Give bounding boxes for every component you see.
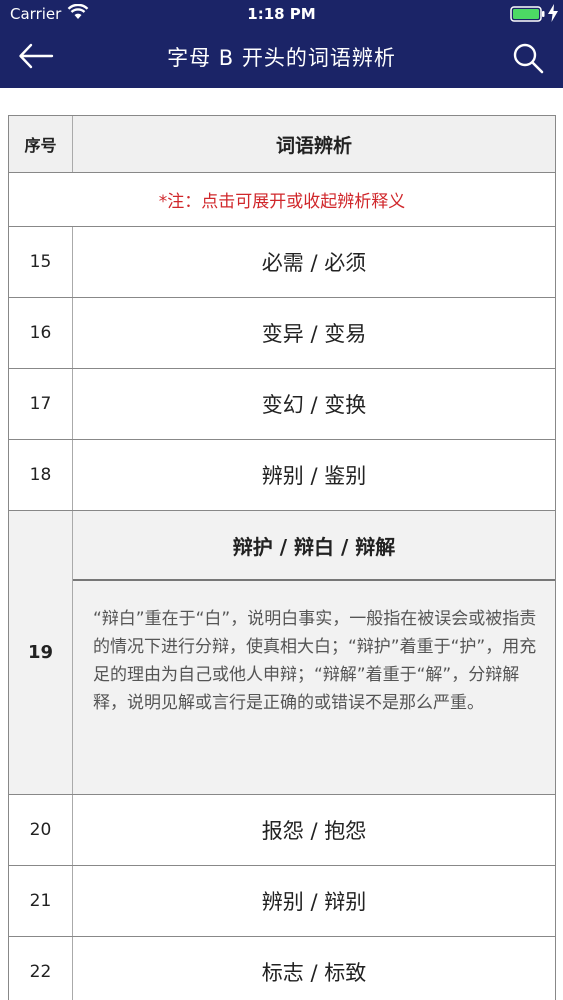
table-row[interactable]: 17 变幻 / 变换 [9, 369, 555, 440]
status-bar: Carrier 1:18 PM [0, 0, 563, 30]
table-header: 序号 词语辨析 [9, 116, 555, 173]
row-words: 辨别 / 鉴别 [261, 464, 367, 488]
note-text: *注：点击可展开或收起辨析释义 [9, 173, 555, 227]
explanation-text: “辩白”重在于“白”，说明白事实，一般指在被误会或被指责的情况下进行分辩，使真相… [93, 609, 537, 713]
row-number: 22 [9, 937, 73, 1000]
row-number: 21 [9, 866, 73, 936]
search-icon[interactable] [511, 41, 545, 75]
row-number: 20 [9, 795, 73, 865]
row-words: 标志 / 标致 [261, 961, 367, 985]
row-words: 变幻 / 变换 [261, 393, 367, 417]
row-words: 报怨 / 抱怨 [261, 819, 367, 843]
row-number: 18 [9, 440, 73, 510]
table-row[interactable]: 16 变异 / 变易 [9, 298, 555, 369]
expanded-row-words[interactable]: 辩护 / 辩白 / 辩解 [73, 511, 555, 581]
table-row[interactable]: 22 标志 / 标致 [9, 937, 555, 1000]
status-time: 1:18 PM [247, 5, 316, 23]
row-number: 17 [9, 369, 73, 439]
table-row[interactable]: 20 报怨 / 抱怨 [9, 795, 555, 866]
table-row[interactable]: 18 辨别 / 鉴别 [9, 440, 555, 511]
expanded-table-row[interactable]: 19 辩护 / 辩白 / 辩解 “辩白”重在于“白”，说明白事实，一般指在被误会… [9, 511, 555, 795]
navigation-header: Carrier 1:18 PM 字母 B 开头的词语辨析 [0, 0, 563, 88]
table-row[interactable]: 15 必需 / 必须 [9, 227, 555, 298]
column-header-number: 序号 [9, 116, 73, 172]
row-number: 15 [9, 227, 73, 297]
row-words: 变异 / 变易 [261, 322, 367, 346]
row-number: 19 [9, 511, 73, 794]
expanded-content: 辩护 / 辩白 / 辩解 “辩白”重在于“白”，说明白事实，一般指在被误会或被指… [73, 511, 555, 794]
row-words: 辨别 / 辩别 [261, 890, 367, 914]
row-number: 16 [9, 298, 73, 368]
column-header-words: 词语辨析 [275, 134, 352, 157]
battery-icon [510, 6, 545, 22]
page-title: 字母 B 开头的词语辨析 [167, 46, 396, 70]
row-words: 必需 / 必须 [261, 251, 367, 275]
charging-bolt-icon [548, 4, 558, 22]
table-row[interactable]: 21 辨别 / 辩别 [9, 866, 555, 937]
word-table: 序号 词语辨析 *注：点击可展开或收起辨析释义 15 必需 / 必须 16 变异… [8, 115, 556, 1000]
